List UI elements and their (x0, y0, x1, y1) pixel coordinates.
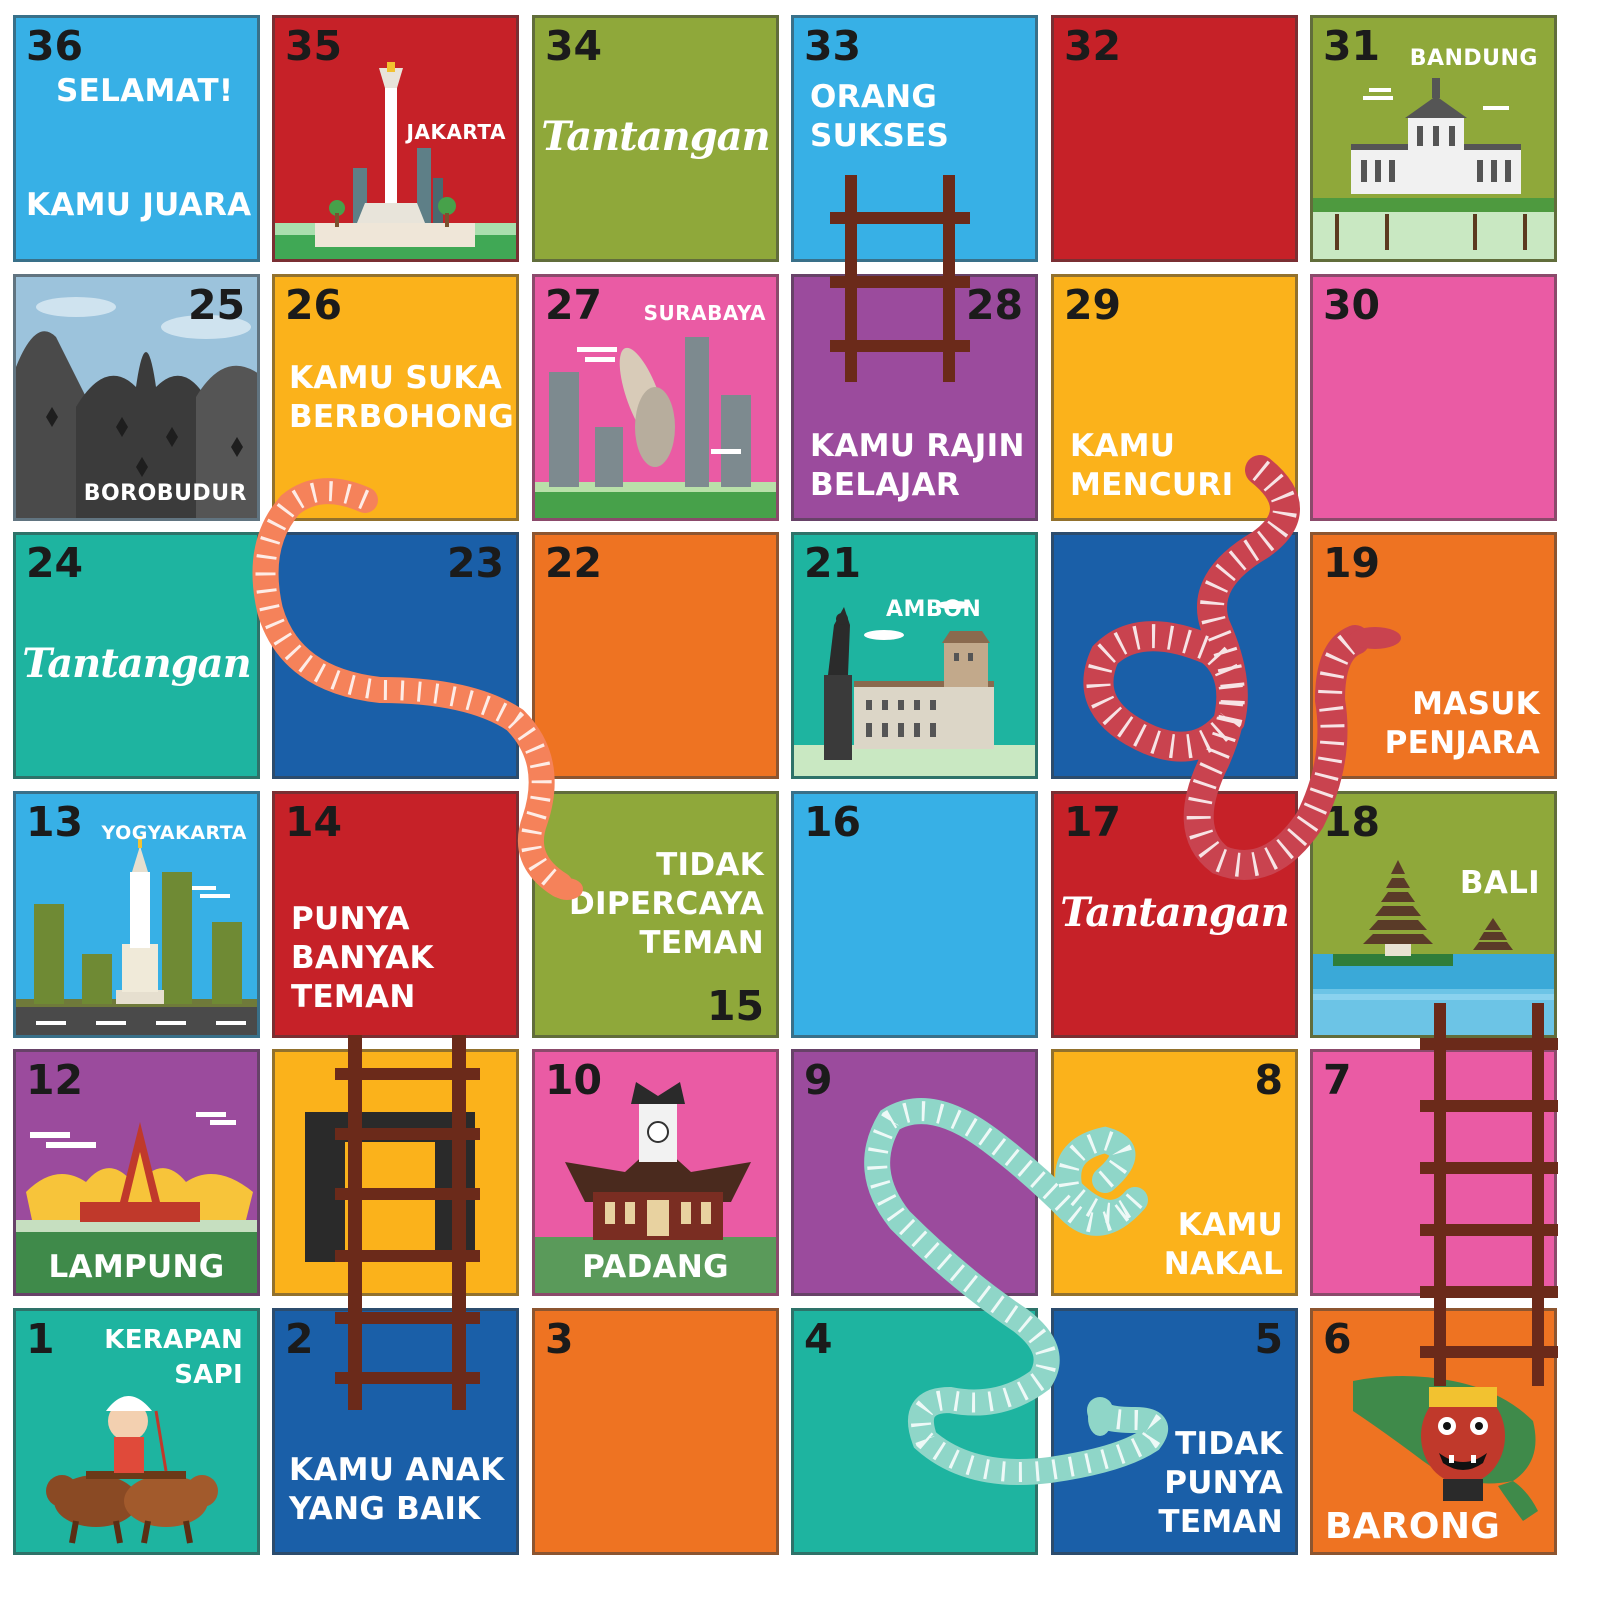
tile-number: 4 (804, 1315, 833, 1363)
challenge-label: Tantangan (1060, 889, 1289, 936)
tile-text: ORANG SUKSES (810, 79, 950, 154)
tile-text: TIDAK PUNYA TEMAN (1158, 1426, 1283, 1540)
tile-33[interactable]: 33 ORANG SUKSES (791, 15, 1038, 262)
tile-31[interactable]: 31 BANDUNG (1310, 15, 1557, 262)
tile-text: MASUK PENJARA (1384, 686, 1540, 761)
tile-30[interactable]: 30 (1310, 274, 1557, 521)
tile-text: KAMU NAKAL (1163, 1207, 1283, 1282)
tile-32[interactable]: 32 (1051, 15, 1298, 262)
tile-1[interactable]: 1 KERAPAN SAPI (13, 1308, 260, 1555)
tile-number: 31 (1323, 22, 1381, 70)
tile-number: 35 (285, 22, 343, 70)
tile-12[interactable]: 12 LAMPUNG (13, 1049, 260, 1296)
tile-number: 13 (26, 798, 84, 846)
tile-text: KAMU RAJIN BELAJAR (810, 428, 1025, 503)
challenge-label: Tantangan (22, 640, 251, 687)
tile-number: 24 (26, 539, 84, 587)
city-label: BALI (1459, 865, 1540, 901)
challenge-label: Tantangan (541, 113, 770, 160)
tile-27[interactable]: 27 SURABAYA (532, 274, 779, 521)
tile-number: 5 (1254, 1315, 1283, 1363)
tile-number: 9 (804, 1056, 833, 1104)
tile-10[interactable]: 10 PADANG (532, 1049, 779, 1296)
city-label: SURABAYA (643, 301, 766, 325)
tile-number: 26 (285, 281, 343, 329)
tile-9[interactable]: 9 (791, 1049, 1038, 1296)
tile-number: 33 (804, 22, 862, 70)
tile-36[interactable]: 36 SELAMAT! KAMU JUARA (13, 15, 260, 262)
tile-number: 10 (545, 1056, 603, 1104)
city-label: JAKARTA (406, 120, 506, 144)
tile-7[interactable]: 7 (1310, 1049, 1557, 1296)
tile-number: 19 (1323, 539, 1381, 587)
tile-number: 1 (26, 1315, 55, 1363)
city-label: LAMPUNG (48, 1249, 225, 1285)
tile-text: TIDAK DIPERCAYA TEMAN (569, 847, 764, 961)
tile-15[interactable]: 15 TIDAK DIPERCAYA TEMAN (532, 791, 779, 1038)
tile-text: KERAPAN SAPI (104, 1325, 243, 1390)
tile-number: 8 (1254, 1056, 1283, 1104)
tile-2[interactable]: 2 KAMU ANAK YANG BAIK (272, 1308, 519, 1555)
tile-number: 32 (1064, 22, 1122, 70)
tile-number: 15 (706, 982, 764, 1030)
city-label: BOROBUDUR (83, 481, 247, 506)
tile-29[interactable]: 29 KAMU MENCURI (1051, 274, 1298, 521)
tile-number: 23 (446, 539, 504, 587)
tile-number: 7 (1323, 1056, 1352, 1104)
tile-number: 6 (1323, 1315, 1352, 1363)
tile-number: 30 (1323, 281, 1381, 329)
tile-3[interactable]: 3 (532, 1308, 779, 1555)
city-label: PADANG (582, 1249, 729, 1285)
tile-18[interactable]: 18 BALI (1310, 791, 1557, 1038)
tile-number: 22 (545, 539, 603, 587)
tile-22[interactable]: 22 (532, 532, 779, 779)
tile-21[interactable]: 21 AMBON (791, 532, 1038, 779)
tile-number: 29 (1064, 281, 1122, 329)
tile-8[interactable]: 8 KAMU NAKAL (1051, 1049, 1298, 1296)
tile-text: PUNYA BANYAK TEMAN (291, 901, 434, 1015)
tile-34[interactable]: 34 Tantangan (532, 15, 779, 262)
tile-35[interactable]: 35 JAKARTA (272, 15, 519, 262)
tile-text-top: SELAMAT! (56, 73, 234, 109)
tile-number: 36 (26, 22, 84, 70)
tile-number: 21 (804, 539, 862, 587)
tile-26[interactable]: 26 KAMU SUKA BERBOHONG (272, 274, 519, 521)
tile-number: 28 (965, 281, 1023, 329)
silhouette-illustration (305, 1112, 475, 1262)
snakes-and-ladders-board: 36 SELAMAT! KAMU JUARA 35 JAKARTA 34 Tan… (0, 0, 1600, 1600)
tile-text-bottom: KAMU JUARA (26, 187, 252, 223)
tile-20[interactable] (1051, 532, 1298, 779)
tile-text: KAMU MENCURI (1070, 428, 1234, 503)
tile-16[interactable]: 16 (791, 791, 1038, 1038)
tile-number: 27 (545, 281, 603, 329)
tile-5[interactable]: 5 TIDAK PUNYA TEMAN (1051, 1308, 1298, 1555)
city-label: BARONG (1325, 1506, 1501, 1547)
tile-17[interactable]: 17 Tantangan (1051, 791, 1298, 1038)
tile-number: 16 (804, 798, 862, 846)
tile-28[interactable]: 28 KAMU RAJIN BELAJAR (791, 274, 1038, 521)
tile-text: KAMU ANAK YANG BAIK (289, 1452, 505, 1527)
tile-number: 18 (1323, 798, 1381, 846)
tile-text: KAMU SUKA BERBOHONG (289, 360, 515, 435)
tile-number: 2 (285, 1315, 314, 1363)
city-label: BANDUNG (1409, 46, 1538, 71)
tile-13[interactable]: 13 YOGYAKARTA (13, 791, 260, 1038)
tile-11[interactable] (272, 1049, 519, 1296)
city-label: AMBON (886, 597, 982, 622)
tile-4[interactable]: 4 (791, 1308, 1038, 1555)
tile-number: 12 (26, 1056, 84, 1104)
tile-number: 25 (187, 281, 245, 329)
tile-number: 3 (545, 1315, 574, 1363)
tile-23[interactable]: 23 (272, 532, 519, 779)
tile-number: 34 (545, 22, 603, 70)
tile-number: 17 (1064, 798, 1122, 846)
tile-6[interactable]: 6 BARONG (1310, 1308, 1557, 1555)
tile-19[interactable]: 19 MASUK PENJARA (1310, 532, 1557, 779)
tile-number: 14 (285, 798, 343, 846)
tile-25[interactable]: 25 BOROBUDUR (13, 274, 260, 521)
city-label: YOGYAKARTA (101, 822, 247, 844)
tile-14[interactable]: 14 PUNYA BANYAK TEMAN (272, 791, 519, 1038)
tile-24[interactable]: 24 Tantangan (13, 532, 260, 779)
